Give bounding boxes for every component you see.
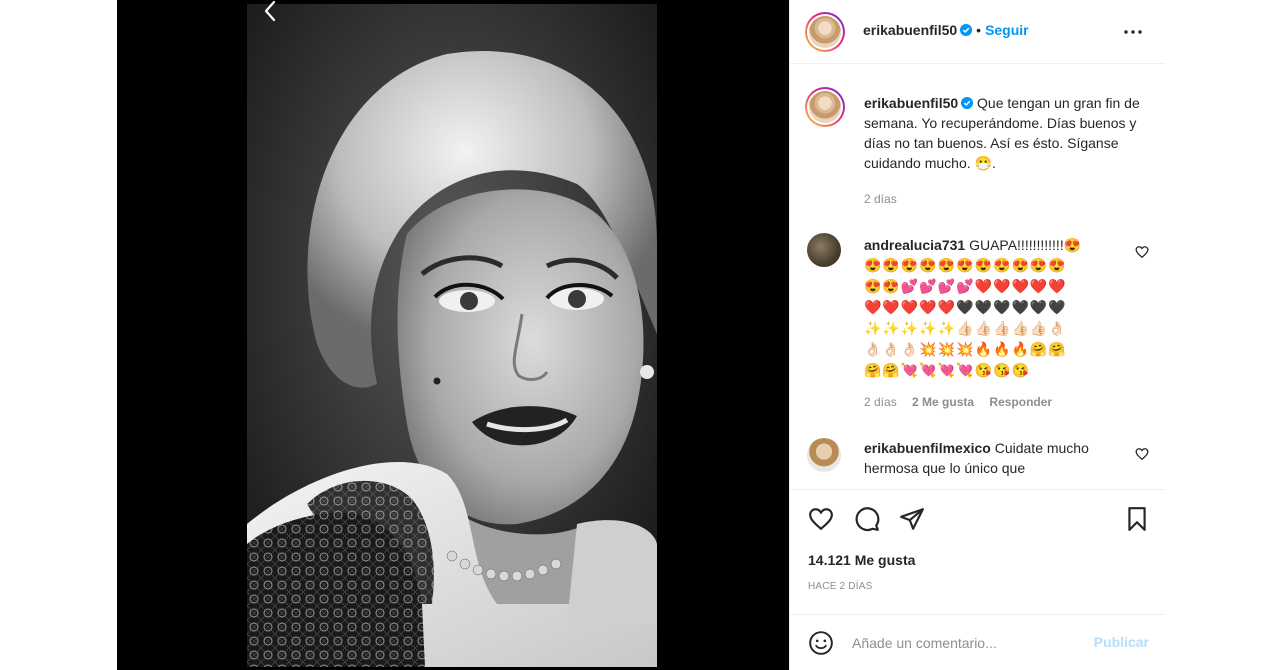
caption-time: 2 días: [864, 192, 909, 206]
header-username[interactable]: erikabuenfil50: [863, 22, 957, 38]
more-options-icon[interactable]: [1121, 22, 1145, 42]
paper-plane-icon[interactable]: [899, 506, 925, 532]
comment-timestamp[interactable]: 2 días: [864, 395, 897, 409]
add-comment-bar: Publicar: [790, 614, 1165, 670]
caption-timestamp[interactable]: 2 días: [864, 192, 897, 206]
commenter-avatar[interactable]: [807, 233, 841, 267]
comment-likes[interactable]: 2 Me gusta: [912, 395, 974, 409]
commenter-avatar[interactable]: [807, 438, 841, 472]
chevron-left-icon[interactable]: [263, 0, 281, 24]
post-timestamp[interactable]: Hace 2 días: [808, 581, 872, 592]
publish-button[interactable]: Publicar: [1094, 634, 1149, 650]
emoji-line: 🤗🤗💘💘💘💘😘😘😘: [864, 362, 1030, 378]
caption-body: erikabuenfil50 Que tengan un gran fin de…: [864, 93, 1154, 173]
comment-username[interactable]: erikabuenfilmexico: [864, 440, 991, 456]
header-separator: •: [976, 22, 982, 38]
comment-username[interactable]: andrealucia731: [864, 237, 965, 253]
comment-text: GUAPA!!!!!!!!!!!!😍: [969, 237, 1082, 253]
emoji-line: 👌🏻👌🏻👌🏻💥💥💥🔥🔥🔥🤗🤗: [864, 341, 1067, 357]
comments-list[interactable]: erikabuenfil50 Que tengan un gran fin de…: [790, 65, 1165, 489]
header-author-line: erikabuenfil50 • Seguir: [863, 22, 1029, 40]
emoji-line: 😍😍😍😍😍😍😍😍😍😍😍: [864, 257, 1067, 273]
emoji-line: ✨✨✨✨✨👍🏻👍🏻👍🏻👍🏻👍🏻👌🏻: [864, 320, 1067, 336]
emoji-line: ❤️❤️❤️❤️❤️🖤🖤🖤🖤🖤🖤: [864, 299, 1067, 315]
bookmark-icon[interactable]: [1124, 506, 1150, 532]
verified-badge-icon: [961, 94, 974, 109]
follow-button[interactable]: Seguir: [985, 22, 1029, 38]
comment-body: andrealucia731 GUAPA!!!!!!!!!!!!😍 😍😍😍😍😍😍…: [864, 235, 1114, 381]
likes-count[interactable]: 14.121 Me gusta: [808, 552, 915, 568]
comment-first-line: andrealucia731 GUAPA!!!!!!!!!!!!😍: [864, 235, 1114, 255]
post-details-panel: erikabuenfil50 • Seguir erikabuenfil50 Que…: [789, 0, 1165, 670]
caption-avatar[interactable]: [805, 87, 845, 127]
comment-emoji-block: 😍😍😍😍😍😍😍😍😍😍😍 😍😍💕💕💕💕❤️❤️❤️❤️❤️ ❤️❤️❤️❤️❤️🖤…: [864, 255, 1104, 381]
verified-badge-icon: [960, 23, 973, 36]
post-photo[interactable]: [247, 4, 657, 667]
post-actions: 14.121 Me gusta Hace 2 días: [790, 489, 1165, 604]
media-pane: [117, 0, 789, 670]
author-avatar[interactable]: [805, 12, 845, 52]
comment-body: erikabuenfilmexico Cuidate mucho hermosa…: [864, 438, 1114, 478]
comment-like-heart-icon[interactable]: [1135, 245, 1149, 259]
comment-like-heart-icon[interactable]: [1135, 447, 1149, 461]
comment-bubble-icon[interactable]: [854, 506, 880, 532]
caption-username[interactable]: erikabuenfil50: [864, 95, 958, 111]
portrait-image: [247, 4, 657, 667]
post-header: erikabuenfil50 • Seguir: [790, 0, 1165, 64]
smiley-icon[interactable]: [808, 630, 834, 656]
reply-button[interactable]: Responder: [989, 395, 1052, 409]
comment-meta: 2 días 2 Me gusta Responder: [864, 395, 1064, 409]
heart-icon[interactable]: [808, 506, 834, 532]
instagram-post-page: erikabuenfil50 • Seguir erikabuenfil50 Que…: [0, 0, 1280, 670]
comment-input[interactable]: [852, 633, 1082, 653]
emoji-line: 😍😍💕💕💕💕❤️❤️❤️❤️❤️: [864, 278, 1067, 294]
